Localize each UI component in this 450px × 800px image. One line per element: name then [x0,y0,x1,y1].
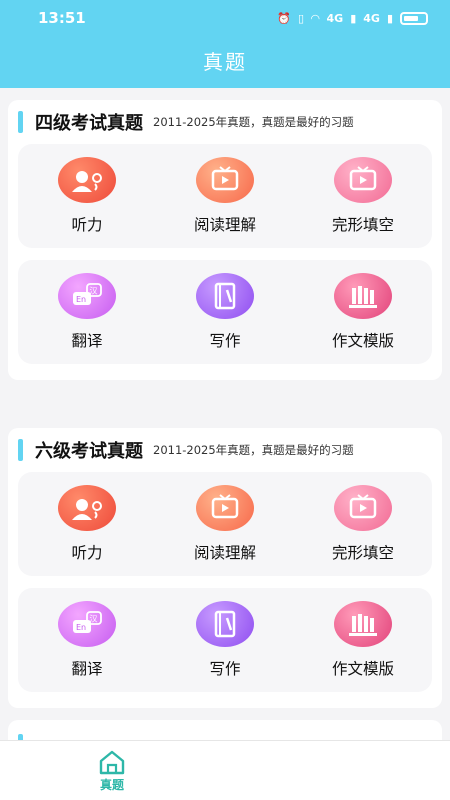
cet4-template-button[interactable]: 作文模版 [294,260,432,364]
status-bar: 13:51 ⏰ ▯ ◠ 4G ▮ 4G ▮ [0,0,450,36]
section-accent-bar [18,111,23,133]
network-label-a: 4G [326,11,344,25]
cet4-card-row-1: 听力 阅读理解 完形填空 [18,144,432,248]
translate-icon: En 汉 [58,273,116,319]
listening-icon [58,157,116,203]
item-label: 翻译 [71,660,103,678]
cet4-writing-button[interactable]: 写作 [156,260,294,364]
section-subtitle: 2011-2025年真题，真题是最好的习题 [153,115,354,129]
item-label: 作文模版 [331,332,394,350]
translate-icon: En 汉 [58,601,116,647]
section-subtitle: 2011-2025年真题，真题是最好的习题 [153,443,354,457]
section-title: 四级考试真题 [35,113,143,134]
listening-icon [58,485,116,531]
status-time: 13:51 [38,9,86,27]
tab-home[interactable]: 真题 [82,749,142,793]
item-label: 完形填空 [331,544,394,562]
item-label: 写作 [209,660,241,678]
cet6-template-button[interactable]: 作文模版 [294,588,432,692]
item-label: 阅读理解 [193,216,256,234]
cet4-reading-button[interactable]: 阅读理解 [156,144,294,248]
bottom-tab-bar: 真题 [0,740,450,800]
signal-icon: ▮ [350,11,357,25]
item-label: 作文模版 [331,660,394,678]
signal-icon: ▮ [386,11,393,25]
item-label: 写作 [209,332,241,350]
battery-icon [400,11,428,25]
vibrate-icon: ▯ [297,11,305,25]
section-header: 四级考试真题 2011-2025年真题，真题是最好的习题 [8,102,442,142]
wifi-icon: ◠ [311,11,320,25]
tv-icon [334,157,392,203]
app-header: 13:51 ⏰ ▯ ◠ 4G ▮ 4G ▮ 真题 [0,0,450,88]
books-icon [334,601,392,647]
cet6-card-row-1: 听力 阅读理解 完形填空 [18,472,432,576]
item-label: 听力 [71,216,103,234]
cet4-listening-button[interactable]: 听力 [18,144,156,248]
tv-icon [334,485,392,531]
tv-icon [196,157,254,203]
item-label: 阅读理解 [193,544,256,562]
item-label: 翻译 [71,332,103,350]
home-icon [99,750,125,775]
svg-text:En: En [76,623,86,632]
tv-icon [196,485,254,531]
cet4-cloze-button[interactable]: 完形填空 [294,144,432,248]
item-label: 完形填空 [331,216,394,234]
item-label: 听力 [71,544,103,562]
section-title: 六级考试真题 [35,441,143,462]
cet6-card-row-2: En 汉 翻译 写作 作文模版 [18,588,432,692]
section-header: 六级考试真题 2011-2025年真题，真题是最好的习题 [8,430,442,470]
notebook-icon [196,273,254,319]
cet6-section: 六级考试真题 2011-2025年真题，真题是最好的习题 听力 阅读理解 完形填… [8,428,442,708]
svg-text:En: En [76,295,86,304]
cet4-translation-button[interactable]: En 汉 翻译 [18,260,156,364]
tab-label: 真题 [99,778,124,792]
cet4-section: 四级考试真题 2011-2025年真题，真题是最好的习题 听力 阅读理解 完形填… [8,100,442,380]
alarm-icon: ⏰ [277,11,291,25]
cet6-translation-button[interactable]: En 汉 翻译 [18,588,156,692]
network-label-b: 4G [363,11,380,25]
books-icon [334,273,392,319]
cet6-reading-button[interactable]: 阅读理解 [156,472,294,576]
cet4-card-row-2: En 汉 翻译 写作 作文模版 [18,260,432,364]
cet6-writing-button[interactable]: 写作 [156,588,294,692]
status-icons: ⏰ ▯ ◠ 4G ▮ 4G ▮ [277,11,428,25]
notebook-icon [196,601,254,647]
section-accent-bar [18,439,23,461]
page-title: 真题 [203,50,247,74]
svg-text:汉: 汉 [90,615,98,624]
cet6-listening-button[interactable]: 听力 [18,472,156,576]
svg-text:汉: 汉 [90,287,98,296]
cet6-cloze-button[interactable]: 完形填空 [294,472,432,576]
